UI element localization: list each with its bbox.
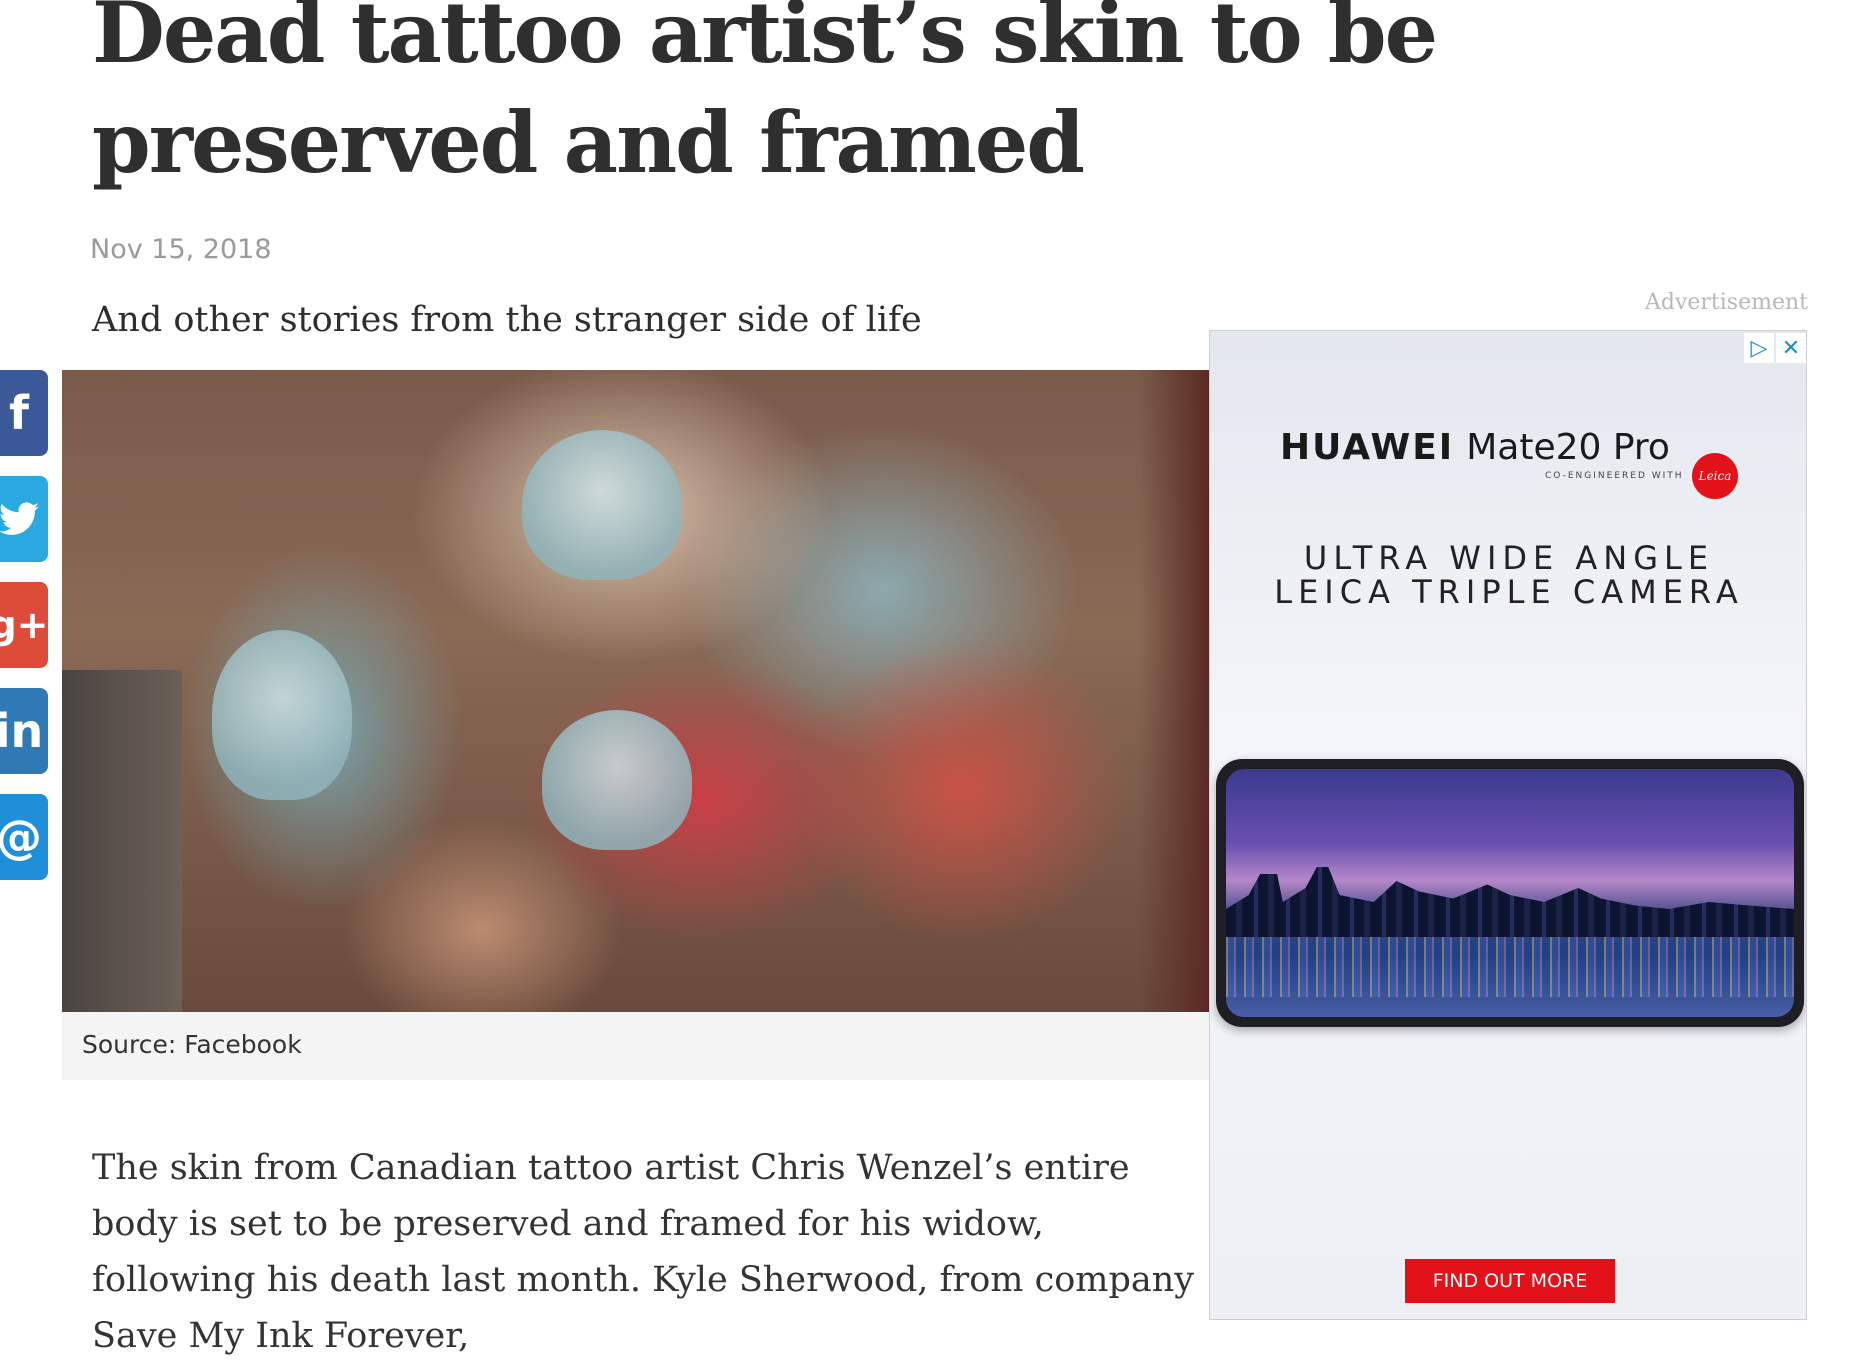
- city-skyline: [1226, 867, 1794, 937]
- share-googleplus-button[interactable]: g+: [0, 582, 49, 668]
- article-headline: Dead tattoo artist’s skin to be preserve…: [92, 0, 1438, 192]
- ad-brand: HUAWEI Mate20 Pro: [1280, 427, 1670, 468]
- share-linkedin-button[interactable]: in: [0, 688, 48, 774]
- ad-controls: ▷ ✕: [1742, 333, 1806, 363]
- photo-background-right: [1139, 370, 1209, 1012]
- advertisement-label: Advertisement: [1644, 290, 1808, 315]
- email-icon: @: [0, 810, 42, 864]
- tattoo-skull-top: [522, 430, 682, 580]
- tattoo-skull-left: [212, 630, 352, 800]
- find-out-more-button[interactable]: FIND OUT MORE: [1405, 1259, 1615, 1303]
- share-facebook-button[interactable]: f: [0, 370, 48, 456]
- googleplus-icon: g+: [0, 603, 49, 647]
- close-icon[interactable]: ✕: [1776, 333, 1806, 363]
- ad-model-name: Mate20 Pro: [1466, 427, 1670, 468]
- leica-logo-icon: Leica: [1692, 453, 1738, 499]
- ad-headline-line1: ULTRA WIDE ANGLE: [1303, 539, 1715, 577]
- linkedin-icon: in: [0, 704, 44, 758]
- hero-figure: Source: Facebook: [62, 370, 1209, 1080]
- image-caption: Source: Facebook: [62, 1012, 1209, 1080]
- ad-phone-image: [1216, 759, 1804, 1027]
- facebook-icon: f: [8, 386, 29, 440]
- ad-brand-name: HUAWEI: [1280, 427, 1455, 468]
- photo-background-left: [62, 670, 182, 1012]
- ad-headline-line2: LEICA TRIPLE CAMERA: [1274, 573, 1744, 611]
- ad-co-engineered: CO-ENGINEERED WITH: [1545, 471, 1684, 481]
- article-standfirst: And other stories from the stranger side…: [92, 300, 922, 340]
- ad-headline: ULTRA WIDE ANGLE LEICA TRIPLE CAMERA: [1210, 539, 1806, 611]
- adchoices-icon[interactable]: ▷: [1744, 333, 1774, 363]
- city-reflection: [1226, 937, 1794, 997]
- tattoo-skull-center: [542, 710, 692, 850]
- article-body: The skin from Canadian tattoo artist Chr…: [92, 1148, 1195, 1356]
- share-email-button[interactable]: @: [0, 794, 48, 880]
- tattoo-photo: [62, 370, 1209, 1012]
- article-date: Nov 15, 2018: [90, 234, 272, 265]
- share-twitter-button[interactable]: [0, 476, 48, 562]
- advertisement-banner[interactable]: ▷ ✕ HUAWEI Mate20 Pro CO-ENGINEERED WITH …: [1209, 330, 1807, 1320]
- twitter-icon: [0, 502, 39, 535]
- phone-screen: [1226, 769, 1794, 1017]
- share-bar: f g+ in @: [0, 370, 49, 900]
